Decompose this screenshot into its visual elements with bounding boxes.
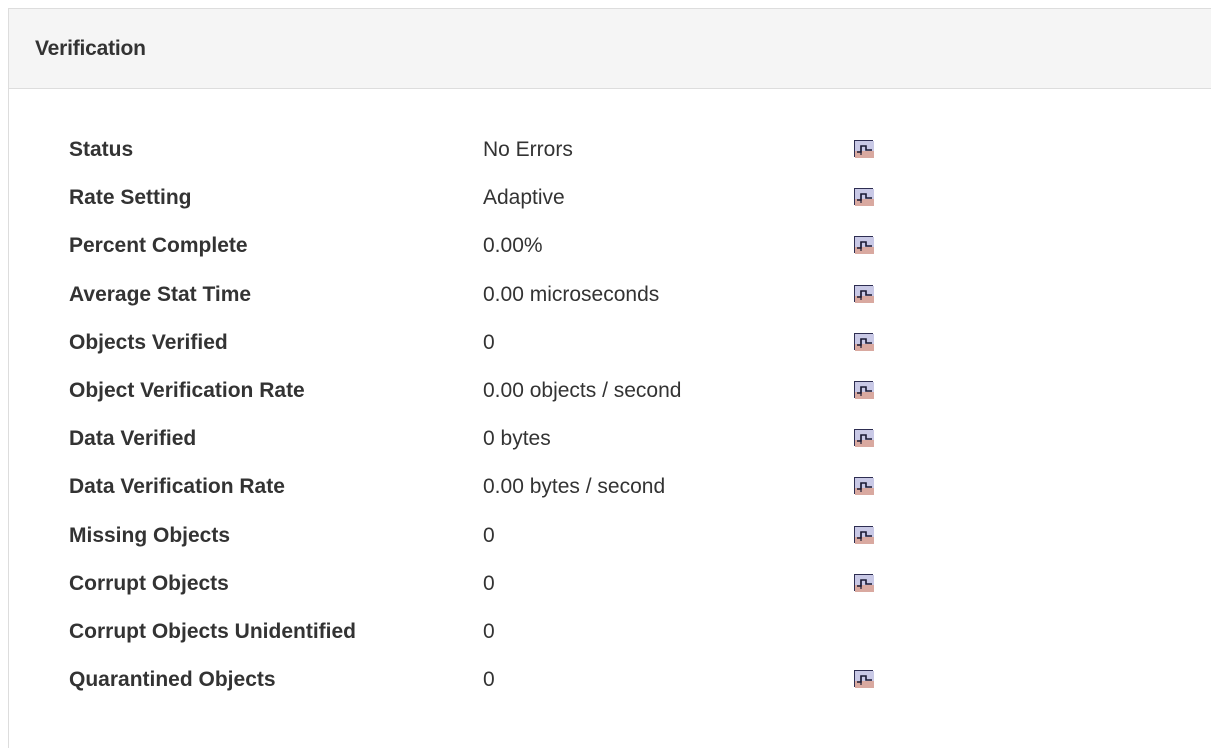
attribute-row: Object Verification Rate 0.00 objects / s… (69, 367, 894, 415)
attribute-chart-cell (854, 463, 894, 511)
attribute-chart-cell (854, 512, 894, 560)
attribute-value: Adaptive (483, 186, 565, 210)
attribute-value: No Errors (483, 138, 573, 162)
attribute-chart-cell (854, 656, 894, 704)
attribute-chart-cell (854, 560, 894, 608)
attribute-chart-cell (854, 608, 894, 656)
attribute-row: Data Verification Rate 0.00 bytes / secon… (69, 463, 894, 511)
attribute-value: 0 bytes (483, 427, 551, 451)
attribute-label: Data Verified (69, 427, 197, 451)
attribute-row: Data Verified 0 bytes (69, 415, 894, 463)
attribute-label: Corrupt Objects Unidentified (69, 619, 357, 643)
panel-header: Verification (9, 9, 1211, 89)
attribute-row: Missing Objects 0 (69, 512, 894, 560)
attribute-row: Corrupt Objects 0 (69, 560, 894, 608)
chart-icon[interactable] (854, 188, 874, 207)
attribute-value: 0 (483, 619, 495, 643)
chart-icon[interactable] (854, 236, 874, 255)
attribute-chart-cell (854, 174, 894, 222)
attribute-row: Rate Setting Adaptive (69, 174, 894, 222)
attribute-chart-cell (854, 415, 894, 463)
attribute-chart-cell (854, 367, 894, 415)
verification-attributes-table: Status No Errors Rate Setting Adaptive Perce… (69, 126, 894, 704)
attribute-label: Objects Verified (69, 330, 228, 354)
attribute-label: Data Verification Rate (69, 475, 285, 499)
attribute-label: Missing Objects (69, 523, 231, 547)
attribute-value: 0 (483, 668, 495, 692)
attribute-row: Objects Verified 0 (69, 319, 894, 367)
attribute-chart-cell (854, 222, 894, 270)
attribute-row: Status No Errors (69, 126, 894, 174)
attribute-row: Percent Complete 0.00% (69, 222, 894, 270)
chart-icon[interactable] (854, 573, 874, 592)
attribute-label: Object Verification Rate (69, 379, 305, 403)
verification-panel: Verification Status No Errors Rate Setting… (8, 8, 1211, 748)
attribute-label: Corrupt Objects (69, 571, 229, 595)
attributes-body: Status No Errors Rate Setting Adaptive Perce… (69, 126, 894, 704)
chart-icon[interactable] (854, 477, 874, 496)
chart-icon[interactable] (854, 381, 874, 400)
chart-icon[interactable] (854, 670, 874, 689)
chart-icon[interactable] (854, 140, 874, 159)
attribute-value: 0 (483, 571, 495, 595)
attribute-label: Quarantined Objects (69, 668, 276, 692)
attribute-chart-cell (854, 271, 894, 319)
attribute-value: 0 (483, 523, 495, 547)
attribute-label: Status (69, 138, 134, 162)
chart-icon[interactable] (854, 332, 874, 351)
chart-icon[interactable] (854, 525, 874, 544)
attribute-row: Quarantined Objects 0 (69, 656, 894, 704)
attribute-chart-cell (854, 319, 894, 367)
attribute-label: Average Stat Time (69, 282, 252, 306)
attribute-row: Average Stat Time 0.00 microseconds (69, 271, 894, 319)
attribute-value: 0.00 bytes / second (483, 475, 666, 499)
attribute-value: 0.00 objects / second (483, 379, 682, 403)
attribute-label: Rate Setting (69, 186, 192, 210)
attribute-label: Percent Complete (69, 234, 248, 258)
panel-title: Verification (35, 36, 146, 60)
chart-icon[interactable] (854, 429, 874, 448)
attribute-chart-cell (854, 126, 894, 174)
attribute-value: 0.00 microseconds (483, 282, 660, 306)
chart-icon[interactable] (854, 284, 874, 303)
attribute-value: 0.00% (483, 234, 543, 258)
attribute-row: Corrupt Objects Unidentified 0 (69, 608, 894, 656)
attribute-value: 0 (483, 330, 495, 354)
